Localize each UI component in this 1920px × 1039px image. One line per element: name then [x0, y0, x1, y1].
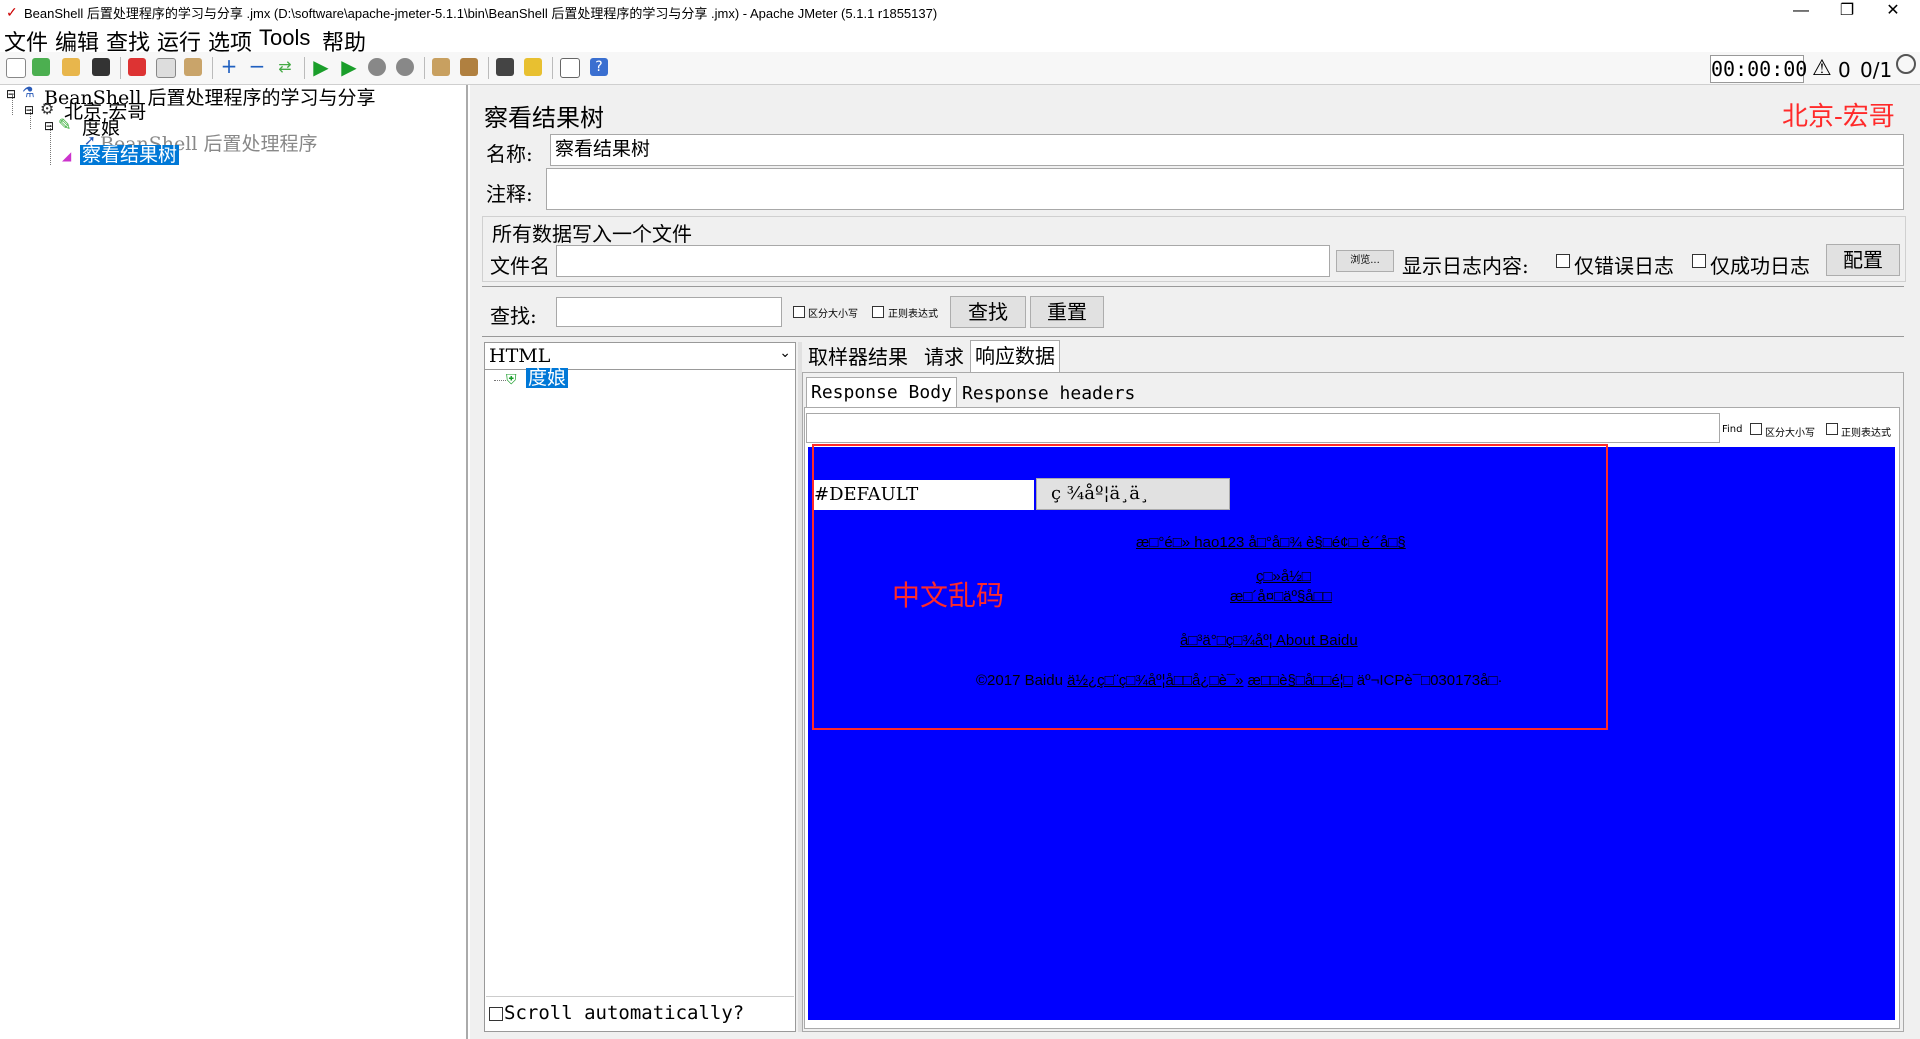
response-case-label: 区分大小写 [1765, 428, 1815, 439]
start-no-timers-icon[interactable]: ▶ [340, 57, 358, 77]
comment-label: 注释: [486, 182, 533, 206]
elapsed-timer: 00:00:00 [1710, 55, 1808, 83]
search-input[interactable] [556, 297, 782, 327]
threadgroup-gear-icon: ⚙ [40, 99, 55, 118]
success-only-label: 仅成功日志 [1710, 254, 1810, 278]
collapse-toggle-threadgroup[interactable]: ⊟ [24, 103, 34, 117]
restore-button[interactable]: ❐ [1824, 0, 1870, 24]
thread-count: 0/1 [1860, 58, 1893, 82]
response-regex-label: 正则表达式 [1841, 428, 1891, 439]
title-bar: ✓ BeanShell 后置处理程序的学习与分享 .jmx (D:\softwa… [0, 0, 1920, 24]
result-tree-line [494, 380, 506, 381]
subtab-response-headers[interactable]: Response headers [958, 379, 1139, 407]
filename-input[interactable] [556, 245, 1330, 277]
browse-button[interactable]: 浏览... [1336, 250, 1394, 272]
split-divider-2[interactable] [482, 336, 1904, 340]
clear-icon[interactable] [432, 58, 450, 76]
log-content-label: 显示日志内容: [1402, 254, 1529, 278]
response-find-input[interactable] [806, 413, 1720, 443]
toggle-icon[interactable]: ⇄ [276, 58, 294, 76]
case-sensitive-label: 区分大小写 [808, 309, 858, 320]
regex-label: 正则表达式 [888, 309, 938, 320]
stop-icon[interactable] [368, 58, 386, 76]
filename-label: 文件名 [490, 254, 550, 278]
tab-sampler-result[interactable]: 取样器结果 [804, 342, 912, 372]
warning-count: 0 [1838, 58, 1851, 82]
clear-all-icon[interactable] [460, 58, 478, 76]
panel-title: 察看结果树 [484, 104, 604, 132]
search-label: 查找: [490, 304, 537, 328]
http-sampler-icon: ✎ [58, 115, 72, 134]
success-shield-icon: ⛨ [506, 372, 517, 388]
new-icon[interactable] [6, 58, 26, 78]
response-regex-checkbox[interactable] [1826, 423, 1838, 435]
minimize-button[interactable]: — [1778, 0, 1824, 24]
annotation-highlight-box [812, 444, 1608, 730]
results-list-panel [484, 342, 796, 1032]
test-plan-tree: ⊟ ⚗ BeanShell 后置处理程序的学习与分享 ⊟ ⚙ 北京-宏哥 ⊟ ✎… [0, 85, 468, 1039]
cut-icon[interactable] [128, 58, 146, 76]
scroll-auto-label: Scroll automatically? [504, 1002, 745, 1024]
response-case-checkbox[interactable] [1750, 423, 1762, 435]
copy-icon[interactable] [156, 58, 176, 78]
paste-icon[interactable] [184, 58, 202, 76]
chevron-down-icon: ⌄ [779, 345, 791, 361]
help-icon[interactable]: ? [590, 58, 608, 76]
menu-bar: 文件 编辑 查找 运行 选项 Tools 帮助 [0, 24, 1920, 56]
renderer-select[interactable]: HTML ⌄ [484, 342, 796, 370]
menu-tools[interactable]: Tools [259, 25, 310, 51]
errors-only-label: 仅错误日志 [1574, 254, 1674, 278]
case-sensitive-checkbox[interactable] [793, 306, 805, 318]
testplan-icon: ⚗ [22, 85, 35, 101]
templates-icon[interactable] [32, 58, 50, 76]
regex-checkbox[interactable] [872, 306, 884, 318]
name-input[interactable]: 察看结果树 [550, 134, 1904, 166]
start-icon[interactable]: ▶ [312, 57, 330, 77]
jmeter-icon: ✓ [6, 4, 18, 20]
function-helper-icon[interactable] [560, 58, 580, 78]
renderer-value: HTML [489, 345, 551, 367]
success-only-checkbox[interactable] [1692, 254, 1706, 268]
collapse-toggle-sampler[interactable]: ⊟ [44, 119, 54, 133]
response-find-label: Find [1722, 424, 1743, 435]
find-button[interactable]: 查找 [950, 296, 1026, 328]
search-binoculars-icon[interactable] [496, 58, 514, 76]
result-item[interactable]: 度娘 [526, 368, 569, 388]
thread-status-icon [1896, 54, 1916, 74]
reset-button[interactable]: 重置 [1030, 296, 1104, 328]
expand-icon[interactable]: + [220, 56, 238, 76]
close-button[interactable]: ✕ [1870, 0, 1916, 24]
open-icon[interactable] [62, 58, 80, 76]
collapse-toggle-root[interactable]: ⊟ [6, 87, 16, 101]
split-divider[interactable] [482, 286, 1904, 290]
name-label: 名称: [486, 142, 533, 166]
window-title: BeanShell 后置处理程序的学习与分享 .jmx (D:\software… [24, 6, 938, 21]
warning-icon[interactable]: ⚠ [1812, 56, 1832, 81]
watermark-text: 北京-宏哥 [1782, 102, 1895, 132]
subtab-response-body[interactable]: Response Body [806, 377, 957, 407]
file-section-title: 所有数据写入一个文件 [492, 222, 692, 246]
tab-request[interactable]: 请求 [920, 342, 968, 372]
toolbar: + − ⇄ ▶ ▶ ? [0, 52, 1920, 85]
shutdown-icon[interactable] [396, 58, 414, 76]
comment-input[interactable] [546, 168, 1904, 210]
configure-button[interactable]: 配置 [1826, 244, 1900, 276]
save-icon[interactable] [92, 58, 110, 76]
listener-icon: ◢ [62, 149, 72, 163]
reset-search-icon[interactable] [524, 58, 542, 76]
errors-only-checkbox[interactable] [1556, 254, 1570, 268]
tab-response-data[interactable]: 响应数据 [970, 340, 1060, 372]
collapse-icon[interactable]: − [248, 56, 266, 76]
results-bottom-line [486, 996, 794, 997]
scroll-auto-checkbox[interactable] [489, 1007, 503, 1021]
tree-item-listener[interactable]: 察看结果树 [80, 145, 180, 165]
